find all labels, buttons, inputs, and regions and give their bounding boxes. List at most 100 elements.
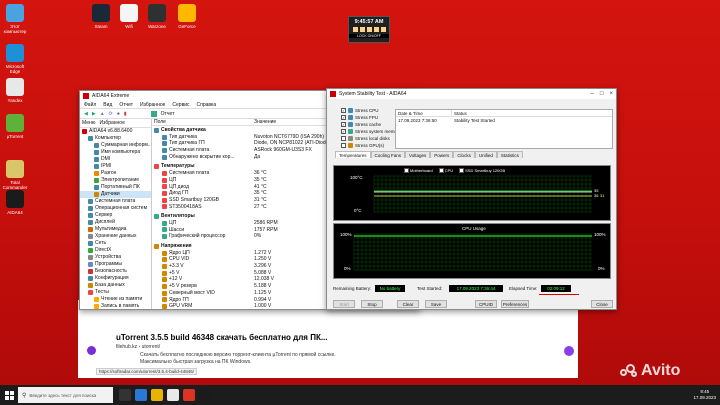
column-field-header[interactable]: Поле: [152, 119, 252, 125]
start-button[interactable]: [0, 385, 18, 405]
sst-tab[interactable]: Unified: [474, 151, 497, 158]
tree-item[interactable]: Сеть: [80, 240, 151, 247]
tree-item[interactable]: Операционная систем: [80, 205, 151, 212]
tree-item[interactable]: Разгон: [80, 170, 151, 177]
sst-tab[interactable]: Statistics: [496, 151, 523, 158]
tree-item[interactable]: Датчики: [80, 191, 151, 198]
desktop-icon-9[interactable]: GeForce: [172, 4, 202, 29]
chart-icon[interactable]: ▮: [124, 111, 127, 117]
stress-checkbox[interactable]: ✓: [341, 108, 346, 113]
stress-checkbox[interactable]: [341, 136, 346, 141]
stress-option[interactable]: Stress GPU(s): [341, 142, 401, 149]
sst-minimize-button[interactable]: –: [591, 91, 594, 97]
tree-item[interactable]: Компьютер: [80, 135, 151, 142]
stress-option[interactable]: ✓ Stress CPU: [341, 107, 401, 114]
tree-item[interactable]: AIDA64 v6.88.6400: [80, 128, 151, 135]
sst-close-button[interactable]: ×: [609, 91, 613, 97]
desktop-icon-2[interactable]: Yandex: [0, 78, 30, 103]
tree-item[interactable]: Программы: [80, 261, 151, 268]
desktop-icon-5[interactable]: AIDA64: [0, 190, 30, 215]
desktop-icon-7[interactable]: Wifi: [114, 4, 144, 29]
desktop-icon-8[interactable]: Warzone: [142, 4, 172, 29]
stress-option[interactable]: ✓ Stress FPU: [341, 114, 401, 121]
tree-item[interactable]: Запись в память: [80, 303, 151, 309]
log-header-datetime[interactable]: Date & Time: [396, 110, 452, 116]
close-dialog-button[interactable]: Close: [591, 300, 613, 308]
column-value-header[interactable]: Значение: [252, 119, 276, 125]
desktop-icon-4[interactable]: Total Commander: [0, 160, 30, 190]
sst-tab[interactable]: Clocks: [453, 151, 475, 158]
task-view-icon[interactable]: [119, 389, 131, 401]
tree-item[interactable]: Мультимедиа: [80, 226, 151, 233]
menu-item[interactable]: Вид: [103, 102, 112, 108]
tree-item[interactable]: Имя компьютера: [80, 149, 151, 156]
tree-item[interactable]: Тесты: [80, 289, 151, 296]
start-button[interactable]: Start: [333, 300, 355, 308]
tray-date[interactable]: 17.09.2023: [693, 395, 716, 401]
search-result-title[interactable]: uTorrent 3.5.5 build 46348 скачать беспл…: [116, 333, 328, 342]
forward-icon[interactable]: ▶: [92, 111, 96, 117]
sst-tab[interactable]: Voltages: [405, 151, 431, 158]
stress-checkbox[interactable]: ✓: [341, 129, 346, 134]
yandex-icon[interactable]: [167, 389, 179, 401]
tree-item[interactable]: IPMI: [80, 163, 151, 170]
desktop-icon-6[interactable]: Steam: [86, 4, 116, 29]
save-button[interactable]: Save: [425, 300, 447, 308]
menu-item[interactable]: Избранное: [140, 102, 165, 108]
legend-ssd-checkbox[interactable]: ✓: [459, 168, 465, 173]
opera-icon[interactable]: [183, 389, 195, 401]
up-icon[interactable]: ▲: [100, 111, 105, 117]
stress-option[interactable]: ✓ Stress cache: [341, 121, 401, 128]
taskbar-search[interactable]: ⚲ Введите здесь текст для поиска: [18, 387, 113, 403]
lock-toggle[interactable]: LOCK ON/OFF: [349, 34, 389, 38]
file-explorer-icon[interactable]: [151, 389, 163, 401]
sidebar-alice-icon[interactable]: [87, 346, 96, 355]
stress-option[interactable]: ✓ Stress system memory: [341, 128, 401, 135]
legend-cpu-checkbox[interactable]: ✓: [438, 168, 444, 173]
menu-item[interactable]: Справка: [197, 102, 217, 108]
sst-tab[interactable]: Powers: [430, 151, 454, 158]
legend-mb-checkbox[interactable]: ✓: [404, 168, 409, 173]
refresh-icon[interactable]: ⟳: [109, 111, 113, 117]
alice-button[interactable]: [564, 346, 574, 356]
edge-icon[interactable]: [135, 389, 147, 401]
stress-checkbox[interactable]: ✓: [341, 115, 346, 120]
back-icon[interactable]: ◀: [84, 111, 88, 117]
tree-item[interactable]: База данных: [80, 282, 151, 289]
tree-item[interactable]: Чтение из памяти: [80, 296, 151, 303]
report-button[interactable]: Отчет: [161, 111, 175, 117]
sst-tab[interactable]: Temperatures: [335, 151, 371, 158]
desktop-icon-0[interactable]: Этот компьютер: [0, 4, 30, 34]
stress-checkbox[interactable]: [341, 143, 346, 148]
tab-favorites[interactable]: Избранное: [100, 120, 125, 126]
menu-item[interactable]: Сервис: [172, 102, 189, 108]
desktop-icon-1[interactable]: Microsoft Edge: [0, 44, 30, 74]
tree-item[interactable]: Системная плата: [80, 198, 151, 205]
sst-maximize-button[interactable]: □: [600, 91, 604, 97]
stress-option[interactable]: Stress local disks: [341, 135, 401, 142]
clear-button[interactable]: Clear: [397, 300, 419, 308]
stop-button[interactable]: Stop: [361, 300, 383, 308]
tree-item[interactable]: DMI: [80, 156, 151, 163]
report-icon[interactable]: [150, 110, 157, 117]
tree-item[interactable]: Сервер: [80, 212, 151, 219]
tree-item[interactable]: Дисплей: [80, 219, 151, 226]
tree-item[interactable]: DirectX: [80, 247, 151, 254]
preferences-button[interactable]: Preferences: [501, 300, 529, 308]
tree-item[interactable]: Портативный ПК: [80, 184, 151, 191]
stress-checkbox[interactable]: ✓: [341, 122, 346, 127]
menu-item[interactable]: Отчет: [119, 102, 133, 108]
desktop-icon-3[interactable]: µTorrent: [0, 114, 30, 139]
tree-item[interactable]: Электропитание: [80, 177, 151, 184]
tab-menu[interactable]: Меню: [82, 120, 96, 126]
log-header-status[interactable]: Status: [452, 110, 467, 116]
cpuid-button[interactable]: CPUID: [475, 300, 497, 308]
tree-item[interactable]: Суммарная информ...: [80, 142, 151, 149]
user-icon[interactable]: ●: [117, 111, 120, 117]
menu-item[interactable]: Файл: [84, 102, 96, 108]
sst-tab[interactable]: Cooling Fans: [370, 151, 406, 158]
search-result-domain[interactable]: filehub.kz › utorrent/: [116, 344, 160, 350]
tree-item[interactable]: Устройства: [80, 254, 151, 261]
aida64-taskbar-icon[interactable]: [199, 389, 211, 401]
tree-item[interactable]: Безопасность: [80, 268, 151, 275]
